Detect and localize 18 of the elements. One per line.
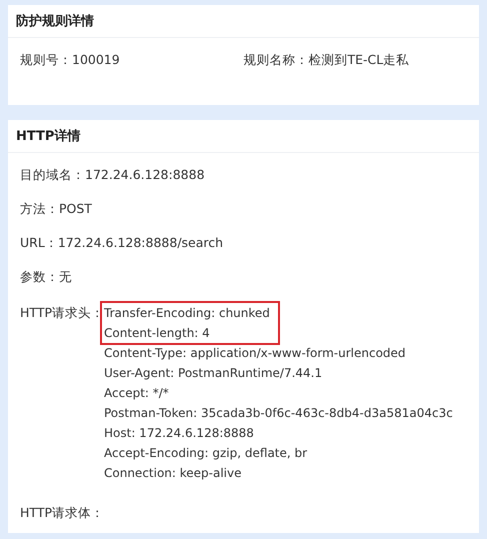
header-line: Content-length: 4 (100, 323, 280, 345)
header-line: Postman-Token: 35cada3b-0f6c-463c-8db4-d3a581a04c3c (104, 405, 453, 422)
header-line: Host: 172.24.6.128:8888 (104, 425, 255, 442)
card-title: 防护规则详情 (16, 14, 94, 29)
header-line: Accept-Encoding: gzip, deflate, br (104, 445, 308, 462)
field-label: HTTP请求体： (20, 505, 105, 521)
field-text: 规则名称：检测到TE-CL走私 (244, 52, 410, 69)
field-text: 目的域名：172.24.6.128:8888 (20, 167, 206, 183)
header-line: Content-Type: application/x-www-form-urlencoded (104, 345, 407, 362)
field-text: 规则号：100019 (20, 52, 121, 69)
header-line: Connection: keep-alive (104, 465, 242, 482)
field-text: 方法：POST (20, 201, 93, 217)
field-text: 参数：无 (20, 269, 73, 285)
header-line: Accept: */* (104, 385, 170, 402)
card-title: HTTP详情 (16, 129, 80, 144)
field-text: URL：172.24.6.128:8888/search (20, 235, 224, 251)
header-line: User-Agent: PostmanRuntime/7.44.1 (104, 365, 324, 382)
header-line: Transfer-Encoding: chunked (100, 301, 280, 323)
